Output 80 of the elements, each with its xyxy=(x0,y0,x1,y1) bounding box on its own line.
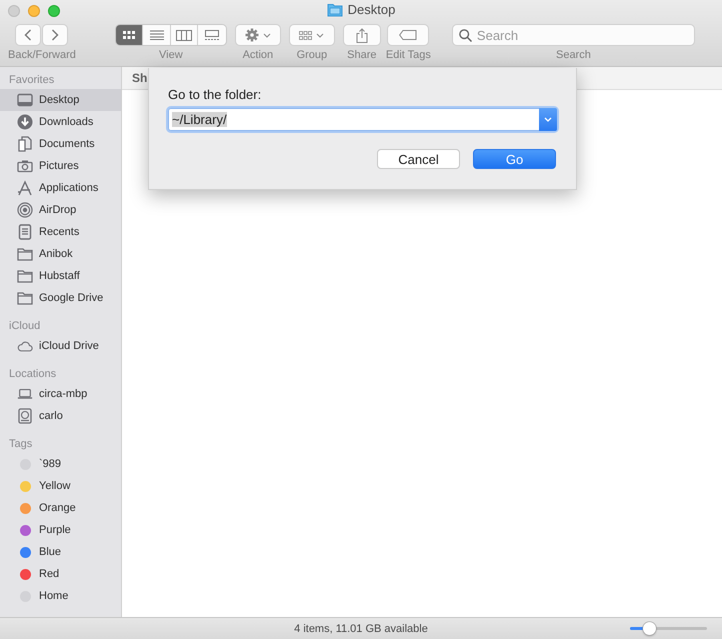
sidebar-item[interactable]: Blue xyxy=(0,541,121,563)
toolbar-label: Back/Forward xyxy=(8,49,76,61)
forward-button[interactable] xyxy=(42,24,68,46)
group-button[interactable] xyxy=(288,24,335,46)
sidebar-item[interactable]: AirDrop xyxy=(0,199,121,221)
toolbar-label: View xyxy=(159,49,183,61)
sidebar-item[interactable]: Pictures xyxy=(0,155,121,177)
share-button[interactable] xyxy=(342,24,381,46)
gallery-icon xyxy=(205,30,220,40)
dropdown-button[interactable] xyxy=(539,108,557,131)
grid-icon xyxy=(299,30,312,40)
list-icon xyxy=(150,30,164,40)
slider-thumb[interactable] xyxy=(643,622,656,635)
share-icon xyxy=(356,28,368,42)
zoom-button[interactable] xyxy=(48,5,60,17)
monitor-icon xyxy=(17,93,33,107)
cloud-icon xyxy=(17,339,33,353)
sidebar-item[interactable]: iCloud Drive xyxy=(0,335,121,357)
sidebar-item[interactable]: Downloads xyxy=(0,111,121,133)
sidebar-item[interactable]: `989 xyxy=(0,453,121,475)
search-field[interactable]: Search xyxy=(452,24,695,46)
minimize-button[interactable] xyxy=(28,5,40,17)
gear-icon xyxy=(244,28,259,42)
sidebar-item[interactable]: Desktop xyxy=(0,89,121,111)
download-icon xyxy=(17,114,33,130)
status-text: 4 items, 11.01 GB available xyxy=(294,622,428,634)
window-title: Desktop xyxy=(348,2,396,17)
chevron-right-icon xyxy=(51,29,60,41)
recents-icon xyxy=(18,224,32,240)
sidebar-item[interactable]: Hubstaff xyxy=(0,265,121,287)
back-button[interactable] xyxy=(15,24,42,46)
toolbar-label: Search xyxy=(556,49,591,61)
dialog-button[interactable]: Cancel xyxy=(377,149,460,169)
sidebar-item[interactable]: Red xyxy=(0,563,121,585)
search-icon xyxy=(458,29,472,42)
toolbar-label: Action xyxy=(242,49,274,61)
sidebar-item[interactable]: Recents xyxy=(0,221,121,243)
columns-icon xyxy=(176,30,192,40)
view-mode-button[interactable] xyxy=(143,25,171,45)
sidebar-item[interactable]: Yellow xyxy=(0,475,121,497)
sidebar-item[interactable]: Orange xyxy=(0,497,121,519)
documents-icon xyxy=(17,136,33,152)
chevron-down-icon xyxy=(316,32,324,38)
action-button[interactable] xyxy=(234,24,281,46)
view-mode-button[interactable] xyxy=(116,25,144,45)
chevron-down-icon xyxy=(262,32,271,38)
folder-path-field[interactable]: ~/Library/ xyxy=(168,108,539,131)
toolbar-label: Share xyxy=(347,49,377,61)
sidebar-section-header: iCloud xyxy=(8,319,42,334)
sidebar-item[interactable]: Anibok xyxy=(0,243,121,265)
camera-icon xyxy=(17,159,33,173)
folder-icon xyxy=(326,2,343,16)
column-header: Sh xyxy=(132,71,148,85)
sidebar-item[interactable]: Google Drive xyxy=(0,287,121,309)
dialog-prompt: Go to the folder: xyxy=(168,87,262,102)
chevron-down-icon xyxy=(544,117,552,122)
sidebar-item[interactable]: Applications xyxy=(0,177,121,199)
view-mode-button[interactable] xyxy=(170,25,198,45)
tag-icon xyxy=(399,30,418,40)
grid-icon xyxy=(123,30,136,40)
applications-icon xyxy=(17,180,33,196)
sidebar-item[interactable]: Home xyxy=(0,585,121,607)
sidebar-item[interactable]: carlo xyxy=(0,405,121,427)
folder-icon xyxy=(17,247,33,261)
sidebar-section-header: Favorites xyxy=(8,73,56,88)
dialog-button[interactable]: Go xyxy=(473,149,556,169)
chevron-left-icon xyxy=(24,29,32,41)
sidebar-section-header: Locations xyxy=(8,367,58,382)
laptop-icon xyxy=(17,388,33,400)
sidebar-item[interactable]: Documents xyxy=(0,133,121,155)
view-mode-button[interactable] xyxy=(198,25,226,45)
airdrop-icon xyxy=(17,202,33,218)
sidebar-item[interactable]: circa-mbp xyxy=(0,383,121,405)
toolbar-label: Edit Tags xyxy=(386,49,431,61)
edit-tags-button[interactable] xyxy=(387,24,430,46)
folder-icon xyxy=(17,269,33,283)
sidebar-section-header: Tags xyxy=(8,437,34,452)
toolbar-label: Group xyxy=(296,49,328,61)
sidebar-item[interactable]: Purple xyxy=(0,519,121,541)
folder-icon xyxy=(17,291,33,305)
